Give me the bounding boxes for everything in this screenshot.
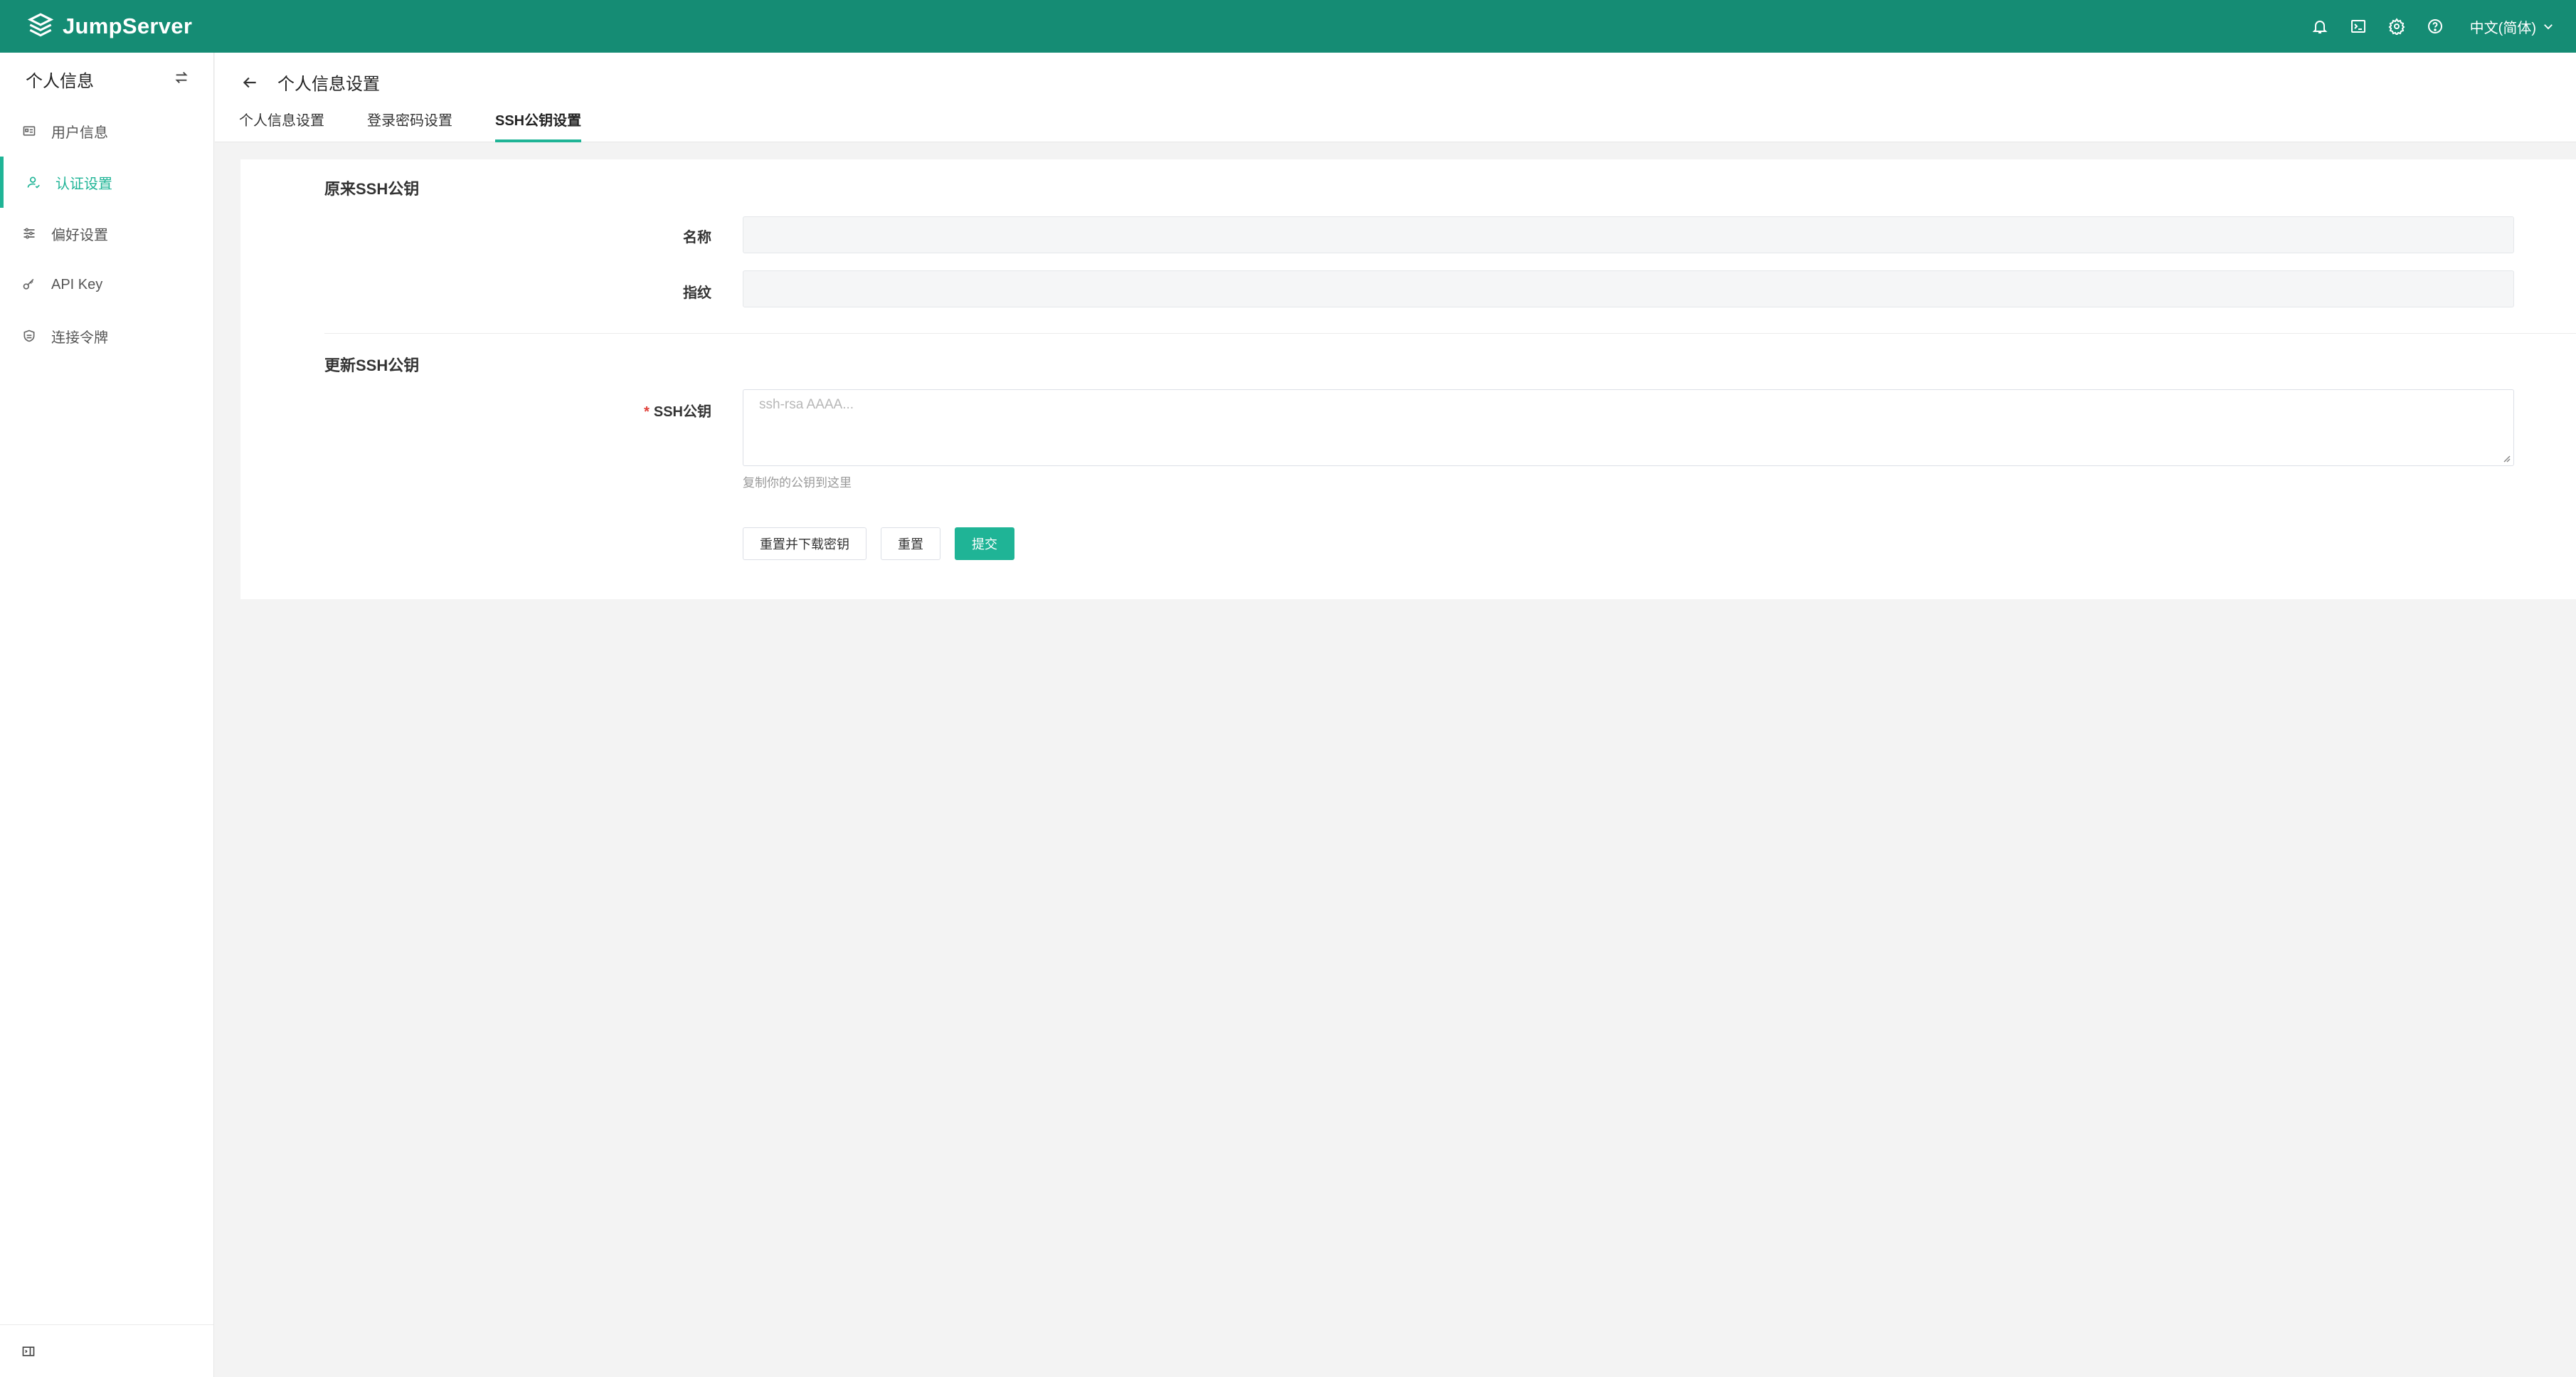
update-ssh-key-section-title: 更新SSH公钥 — [324, 357, 420, 374]
page-header: 个人信息设置 个人信息设置 登录密码设置 SSH公钥设置 — [215, 53, 2576, 142]
sidebar-collapse-button[interactable] — [0, 1324, 213, 1377]
swap-icon[interactable] — [174, 70, 189, 89]
key-icon — [21, 277, 37, 292]
sidebar-item-auth-settings[interactable]: 认证设置 — [0, 157, 213, 208]
sidebar-item-connection-token[interactable]: 连接令牌 — [0, 310, 213, 362]
tab-personal-info[interactable]: 个人信息设置 — [239, 110, 324, 142]
id-card-icon — [21, 123, 37, 139]
back-arrow-icon[interactable] — [240, 73, 259, 92]
fingerprint-label: 指纹 — [683, 285, 711, 301]
ssh-key-label: * SSH公钥 — [498, 400, 711, 421]
sidebar-item-label: 用户信息 — [51, 125, 108, 141]
sidebar-header: 个人信息 — [0, 53, 213, 105]
chevron-down-icon — [2544, 24, 2553, 30]
ssh-key-help-text: 复制你的公钥到这里 — [743, 476, 852, 490]
app-name: JumpServer — [63, 14, 193, 38]
gear-icon[interactable] — [2378, 7, 2416, 46]
resize-handle-icon[interactable] — [2502, 454, 2511, 463]
name-label: 名称 — [683, 230, 711, 246]
sidebar-item-label: 连接令牌 — [51, 329, 108, 346]
sidebar-item-label: 认证设置 — [55, 176, 112, 192]
help-icon[interactable] — [2416, 7, 2454, 46]
reset-button[interactable]: 重置 — [881, 527, 940, 560]
logo[interactable]: JumpServer — [26, 11, 192, 41]
ssh-key-label-text: SSH公钥 — [653, 404, 711, 420]
name-field[interactable] — [743, 216, 2514, 253]
required-mark: * — [644, 404, 650, 420]
jumpserver-logo-icon — [27, 13, 54, 37]
tab-bar: 个人信息设置 登录密码设置 SSH公钥设置 — [239, 110, 624, 142]
collapse-icon — [22, 1346, 35, 1356]
page-title: 个人信息设置 — [277, 75, 380, 94]
tab-login-password[interactable]: 登录密码设置 — [367, 110, 452, 142]
language-label: 中文(简体) — [2469, 20, 2536, 36]
sidebar-item-label: 偏好设置 — [51, 227, 108, 243]
sidebar: 个人信息 用户信息 认证设置 偏好设置 API Key 连接令牌 — [0, 53, 214, 1377]
sidebar-title: 个人信息 — [26, 71, 94, 91]
ssh-key-placeholder: ssh-rsa AAAA... — [759, 397, 854, 412]
token-icon — [21, 328, 37, 344]
top-navbar: JumpServer 中文(简体) — [0, 0, 2576, 53]
tab-ssh-key[interactable]: SSH公钥设置 — [495, 110, 582, 142]
sidebar-item-preferences[interactable]: 偏好设置 — [0, 208, 213, 259]
bell-icon[interactable] — [2301, 7, 2339, 46]
sidebar-item-label: API Key — [51, 276, 103, 292]
sidebar-item-user-info[interactable]: 用户信息 — [0, 105, 213, 157]
ssh-key-textarea[interactable]: ssh-rsa AAAA... — [743, 389, 2514, 466]
user-icon — [26, 174, 41, 190]
original-ssh-key-section-title: 原来SSH公钥 — [324, 180, 420, 198]
submit-button[interactable]: 提交 — [955, 527, 1014, 560]
sidebar-item-api-key[interactable]: API Key — [0, 259, 213, 310]
fingerprint-field[interactable] — [743, 270, 2514, 307]
language-selector[interactable]: 中文(简体) — [2470, 16, 2555, 37]
terminal-icon[interactable] — [2339, 7, 2378, 46]
reset-and-download-button[interactable]: 重置并下载密钥 — [743, 527, 866, 560]
sliders-icon — [21, 226, 37, 241]
ssh-key-form-card: 原来SSH公钥 名称 指纹 更新SSH公钥 * SSH公钥 ssh-rsa AAA… — [240, 159, 2576, 599]
section-divider — [324, 333, 2576, 334]
